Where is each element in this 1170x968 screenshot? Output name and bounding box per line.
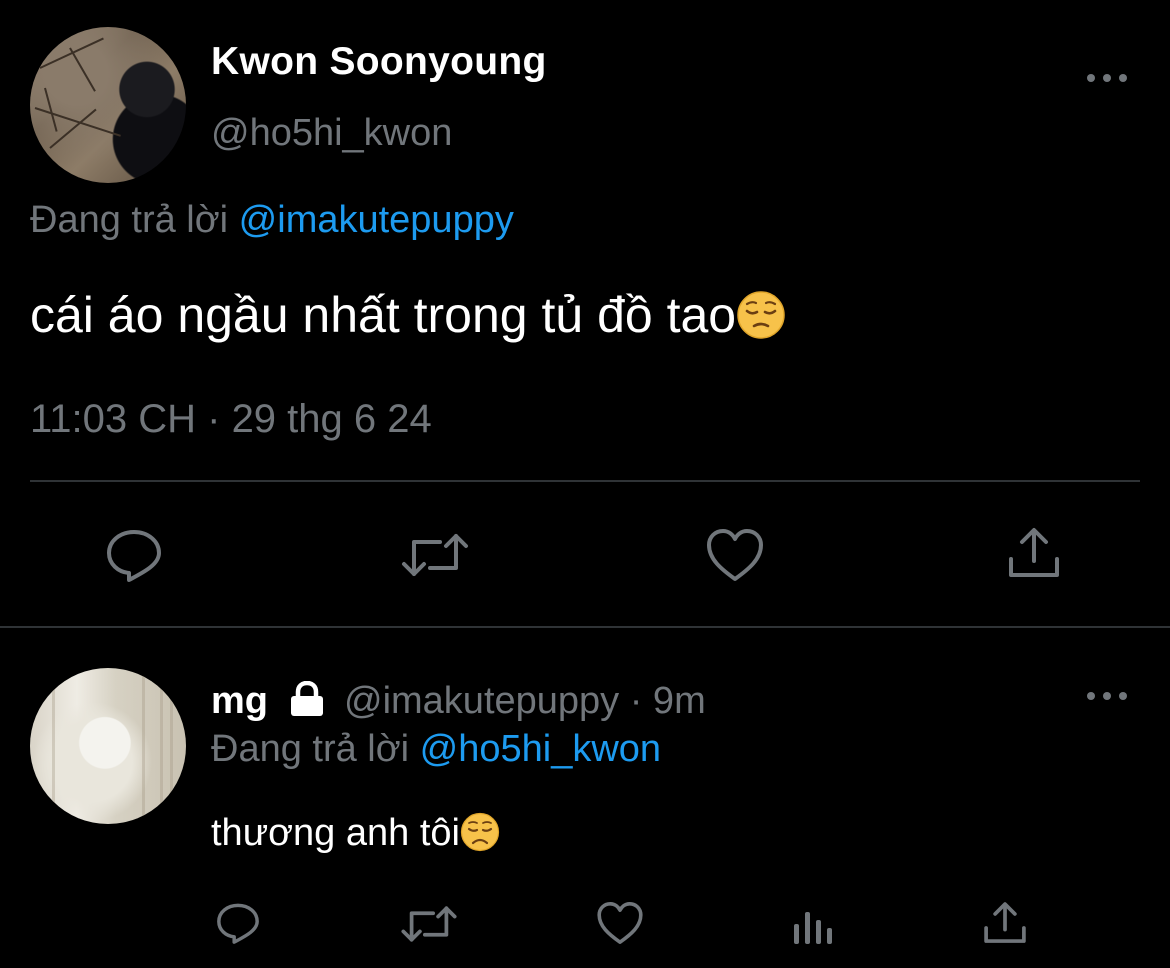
- reply-icon[interactable]: [215, 900, 261, 946]
- tweet-text: thương anh tôi: [211, 812, 500, 855]
- tweet-thread-screen: Kwon Soonyoung @ho5hi_kwon Đang trả lời …: [0, 0, 1170, 968]
- lock-icon: [286, 680, 328, 722]
- user-handle[interactable]: @imakutepuppy · 9m: [344, 680, 706, 723]
- share-icon[interactable]: [982, 900, 1028, 946]
- reply-icon[interactable]: [104, 527, 164, 583]
- reply-prefix: Đang trả lời: [211, 728, 410, 770]
- tweet-body: cái áo ngầu nhất trong tủ đồ tao: [30, 287, 737, 343]
- share-icon[interactable]: [1006, 525, 1062, 581]
- reply-context: Đang trả lời @ho5hi_kwon: [211, 728, 661, 771]
- reply-prefix: Đang trả lời: [30, 199, 229, 241]
- avatar[interactable]: [30, 27, 186, 183]
- display-name[interactable]: Kwon Soonyoung: [211, 40, 547, 84]
- retweet-icon[interactable]: [400, 530, 470, 580]
- tweet-text: cái áo ngầu nhất trong tủ đồ tao: [30, 286, 786, 344]
- analytics-icon[interactable]: [792, 904, 834, 946]
- more-options-icon[interactable]: [1087, 72, 1127, 84]
- reply-context: Đang trả lời @imakutepuppy: [30, 199, 514, 242]
- like-icon[interactable]: [705, 527, 765, 583]
- tweet-timestamp[interactable]: 11:03 CH · 29 thg 6 24: [30, 397, 432, 442]
- retweet-icon[interactable]: [400, 903, 458, 945]
- display-name[interactable]: mg: [211, 680, 268, 723]
- user-handle[interactable]: @ho5hi_kwon: [211, 112, 452, 155]
- reply-mention-link[interactable]: @imakutepuppy: [239, 199, 514, 241]
- like-icon[interactable]: [596, 900, 644, 946]
- disappointed-face-icon: [460, 812, 500, 852]
- more-options-icon[interactable]: [1087, 690, 1127, 702]
- divider: [30, 480, 1140, 482]
- divider: [0, 626, 1170, 628]
- reply-mention-link[interactable]: @ho5hi_kwon: [420, 728, 661, 770]
- tweet-body: thương anh tôi: [211, 812, 460, 854]
- pensive-face-icon: [736, 290, 786, 340]
- main-tweet: Kwon Soonyoung @ho5hi_kwon Đang trả lời …: [0, 0, 1170, 626]
- avatar[interactable]: [30, 668, 186, 824]
